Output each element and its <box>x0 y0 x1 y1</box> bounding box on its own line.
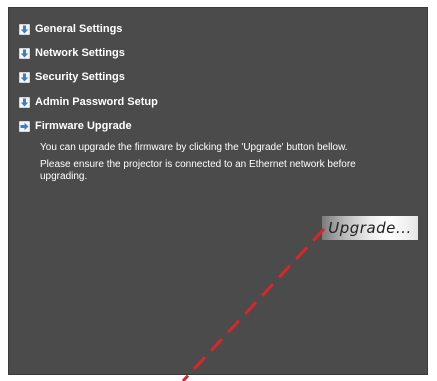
menu-item-network-settings[interactable]: Network Settings <box>19 46 125 60</box>
down-arrow-icon <box>19 23 30 35</box>
down-arrow-icon <box>19 71 30 83</box>
menu-item-firmware-upgrade[interactable]: Firmware Upgrade <box>19 119 132 133</box>
menu-item-admin-password-setup[interactable]: Admin Password Setup <box>19 95 158 109</box>
right-arrow-icon <box>19 120 30 132</box>
down-arrow-icon <box>19 96 30 108</box>
firmware-upgrade-section: You can upgrade the firmware by clicking… <box>40 142 400 183</box>
firmware-instruction-text: You can upgrade the firmware by clicking… <box>40 142 348 153</box>
menu-item-label: Firmware Upgrade <box>35 120 132 132</box>
upgrade-button[interactable]: Upgrade... <box>322 216 418 240</box>
menu-item-general-settings[interactable]: General Settings <box>19 22 122 36</box>
down-arrow-icon <box>19 47 30 59</box>
menu-item-label: Network Settings <box>35 47 125 59</box>
menu-item-label: Admin Password Setup <box>35 96 158 108</box>
menu-item-security-settings[interactable]: Security Settings <box>19 70 125 84</box>
menu-item-label: General Settings <box>35 23 123 35</box>
menu-item-label: Security Settings <box>35 71 125 83</box>
settings-panel: General Settings Network Settings Securi… <box>8 7 428 375</box>
firmware-notice-text: Please ensure the projector is connected… <box>40 159 356 182</box>
upgrade-button-label: Upgrade... <box>328 219 412 237</box>
